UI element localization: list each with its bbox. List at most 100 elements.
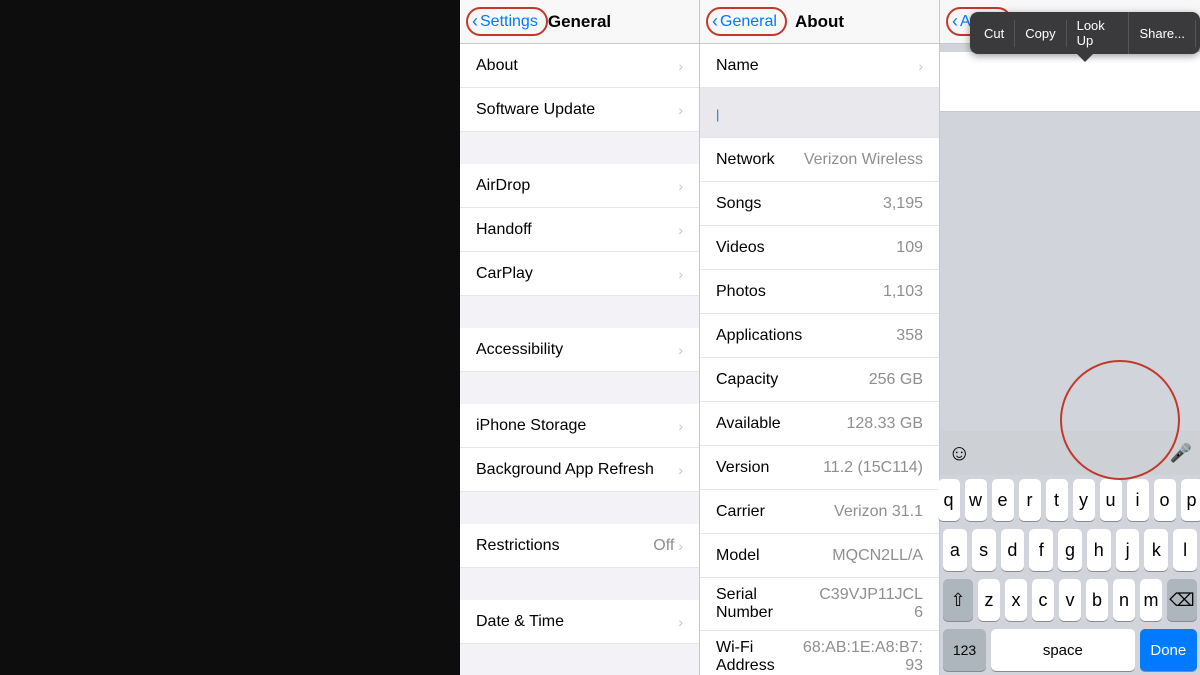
key-delete[interactable]: ⌫ xyxy=(1167,579,1197,621)
about-capacity-value: 256 GB xyxy=(869,371,923,389)
about-version-value: 11.2 (15C114) xyxy=(823,459,923,477)
about-capacity-label: Capacity xyxy=(716,371,778,389)
context-menu-arrow xyxy=(1077,54,1093,62)
settings-item-software-update[interactable]: Software Update › xyxy=(460,88,699,132)
about-songs-label: Songs xyxy=(716,195,761,213)
about-row-model: Model MQCN2LL/A xyxy=(700,534,939,578)
about-list: Name › | Network Verizon Wireless Songs … xyxy=(700,44,939,675)
keyboard-row-1: q w e r t y u i o p xyxy=(940,475,1200,525)
accessibility-chevron-icon: › xyxy=(678,342,683,358)
settings-item-carplay-label: CarPlay xyxy=(476,265,533,283)
settings-item-accessibility[interactable]: Accessibility › xyxy=(460,328,699,372)
key-q[interactable]: q xyxy=(938,479,960,521)
key-a[interactable]: a xyxy=(943,529,967,571)
keyboard-mic-button[interactable]: 🎤 xyxy=(1170,443,1192,464)
key-m[interactable]: m xyxy=(1140,579,1162,621)
panel-name: ‹ About Name Cut Copy Look Up Share... ☺… xyxy=(940,0,1200,675)
about-back-label: General xyxy=(720,13,777,31)
settings-item-date-time[interactable]: Date & Time › xyxy=(460,600,699,644)
key-i[interactable]: i xyxy=(1127,479,1149,521)
key-e[interactable]: e xyxy=(992,479,1014,521)
gap-3 xyxy=(460,372,699,404)
software-chevron-icon: › xyxy=(678,102,683,118)
context-menu-copy[interactable]: Copy xyxy=(1015,20,1066,47)
key-o[interactable]: o xyxy=(1154,479,1176,521)
about-network-value: Verizon Wireless xyxy=(804,151,923,169)
context-menu-cut[interactable]: Cut xyxy=(974,20,1015,47)
about-row-capacity: Capacity 256 GB xyxy=(700,358,939,402)
settings-item-handoff-label: Handoff xyxy=(476,221,532,239)
about-version-label: Version xyxy=(716,459,769,477)
key-done[interactable]: Done xyxy=(1140,629,1197,671)
settings-item-airdrop[interactable]: AirDrop › xyxy=(460,164,699,208)
storage-chevron-icon: › xyxy=(678,418,683,434)
key-c[interactable]: c xyxy=(1032,579,1054,621)
about-model-value: MQCN2LL/A xyxy=(832,547,923,565)
settings-item-bg-right: › xyxy=(678,462,683,478)
about-photos-label: Photos xyxy=(716,283,766,301)
key-t[interactable]: t xyxy=(1046,479,1068,521)
settings-item-bg-refresh[interactable]: Background App Refresh › xyxy=(460,448,699,492)
general-back-button[interactable]: ‹ Settings xyxy=(466,7,548,36)
about-name-label: Name xyxy=(716,57,759,75)
about-row-videos: Videos 109 xyxy=(700,226,939,270)
key-h[interactable]: h xyxy=(1087,529,1111,571)
key-n[interactable]: n xyxy=(1113,579,1135,621)
settings-item-iphone-storage[interactable]: iPhone Storage › xyxy=(460,404,699,448)
about-back-button[interactable]: ‹ General xyxy=(706,7,787,36)
key-g[interactable]: g xyxy=(1058,529,1082,571)
name-text-input[interactable] xyxy=(956,60,1184,78)
gap-2 xyxy=(460,296,699,328)
key-shift[interactable]: ⇧ xyxy=(943,579,973,621)
about-row-name[interactable]: Name › xyxy=(700,44,939,88)
about-row-available: Available 128.33 GB xyxy=(700,402,939,446)
key-j[interactable]: j xyxy=(1116,529,1140,571)
key-d[interactable]: d xyxy=(1001,529,1025,571)
about-row-applications: Applications 358 xyxy=(700,314,939,358)
name-back-chevron-icon: ‹ xyxy=(952,11,958,32)
carplay-chevron-icon: › xyxy=(678,266,683,282)
about-wifi-label: Wi-Fi Address xyxy=(716,639,803,675)
settings-item-carplay[interactable]: CarPlay › xyxy=(460,252,699,296)
key-w[interactable]: w xyxy=(965,479,987,521)
keyboard-emoji-button[interactable]: ☺ xyxy=(948,440,970,466)
key-v[interactable]: v xyxy=(1059,579,1081,621)
settings-item-about[interactable]: About › xyxy=(460,44,699,88)
context-menu-lookup[interactable]: Look Up xyxy=(1067,12,1130,54)
about-chevron-icon: › xyxy=(678,58,683,74)
key-space[interactable]: space xyxy=(991,629,1135,671)
settings-item-carplay-right: › xyxy=(678,266,683,282)
key-f[interactable]: f xyxy=(1029,529,1053,571)
settings-item-handoff[interactable]: Handoff › xyxy=(460,208,699,252)
about-row-network: Network Verizon Wireless xyxy=(700,138,939,182)
about-videos-label: Videos xyxy=(716,239,765,257)
key-l[interactable]: l xyxy=(1173,529,1197,571)
key-y[interactable]: y xyxy=(1073,479,1095,521)
about-row-name-input: | xyxy=(700,88,939,138)
key-s[interactable]: s xyxy=(972,529,996,571)
context-menu: Cut Copy Look Up Share... xyxy=(970,12,1200,54)
key-z[interactable]: z xyxy=(978,579,1000,621)
context-menu-share[interactable]: Share... xyxy=(1129,20,1196,47)
key-p[interactable]: p xyxy=(1181,479,1200,521)
name-cursor: | xyxy=(716,107,719,122)
settings-item-restrictions[interactable]: Restrictions Off › xyxy=(460,524,699,568)
settings-item-about-label: About xyxy=(476,57,518,75)
settings-item-handoff-right: › xyxy=(678,222,683,238)
key-k[interactable]: k xyxy=(1144,529,1168,571)
key-x[interactable]: x xyxy=(1005,579,1027,621)
about-back-chevron-icon: ‹ xyxy=(712,11,718,32)
key-r[interactable]: r xyxy=(1019,479,1041,521)
about-available-value: 128.33 GB xyxy=(847,415,924,433)
settings-item-storage-label: iPhone Storage xyxy=(476,417,586,435)
key-b[interactable]: b xyxy=(1086,579,1108,621)
panel-about: ‹ General About Name › | Network Verizon… xyxy=(700,0,940,675)
about-available-label: Available xyxy=(716,415,781,433)
keyboard-top-bar: ☺ 🎤 xyxy=(940,431,1200,475)
key-123[interactable]: 123 xyxy=(943,629,986,671)
key-u[interactable]: u xyxy=(1100,479,1122,521)
keyboard-row-2: a s d f g h j k l xyxy=(940,525,1200,575)
about-row-version: Version 11.2 (15C114) xyxy=(700,446,939,490)
bg-refresh-chevron-icon: › xyxy=(678,462,683,478)
settings-item-airdrop-label: AirDrop xyxy=(476,177,530,195)
